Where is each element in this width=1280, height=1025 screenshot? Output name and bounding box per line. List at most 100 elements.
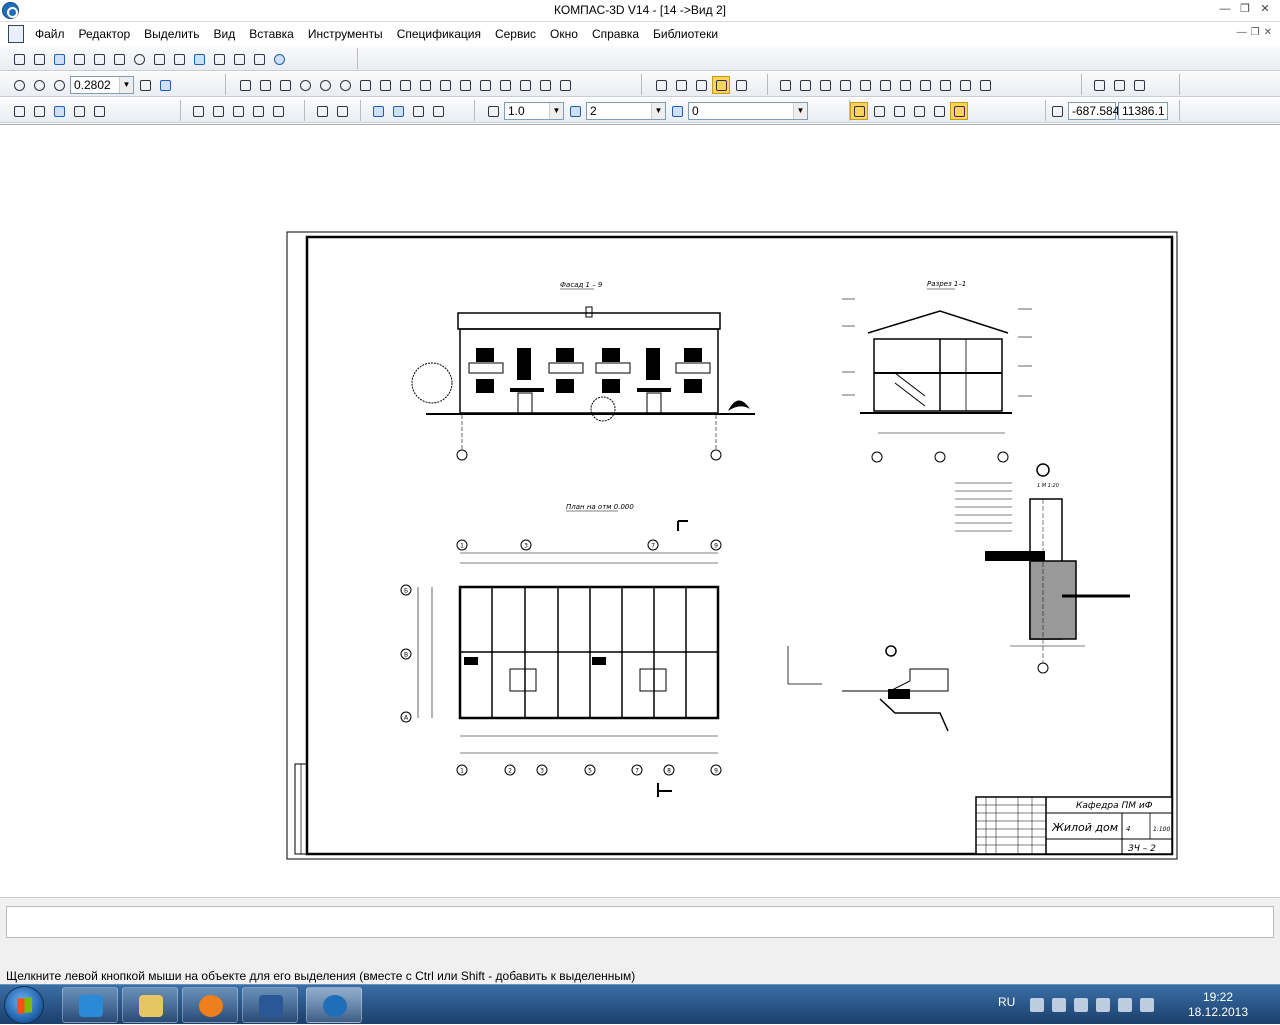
rectangle-icon[interactable] — [396, 76, 414, 94]
doc-close-icon[interactable]: ✕ — [1264, 27, 1272, 38]
trim-icon[interactable] — [896, 76, 914, 94]
cut-line-icon[interactable] — [110, 50, 128, 68]
library-manager-icon[interactable] — [369, 102, 387, 120]
tray-java-icon[interactable] — [1052, 998, 1066, 1012]
contour-icon[interactable] — [496, 76, 514, 94]
spline-icon[interactable] — [356, 76, 374, 94]
grid-step-icon[interactable] — [484, 102, 502, 120]
move-icon[interactable] — [776, 76, 794, 94]
chevron-down-icon[interactable]: ▼ — [793, 102, 807, 119]
help-cursor-icon[interactable] — [429, 102, 447, 120]
taskbar-media-player[interactable] — [182, 987, 238, 1023]
break-icon[interactable] — [936, 76, 954, 94]
menu-tools[interactable]: Инструменты — [308, 27, 383, 41]
restore-icon[interactable]: ❐ — [1238, 3, 1252, 17]
erase-icon[interactable] — [956, 76, 974, 94]
grid-dimension-icon[interactable] — [692, 76, 710, 94]
zoom-in-icon[interactable] — [50, 76, 68, 94]
tray-network-disk-icon[interactable] — [1074, 998, 1088, 1012]
layers-icon[interactable] — [190, 50, 208, 68]
associative-view-icon[interactable] — [30, 50, 48, 68]
menu-select[interactable]: Выделить — [144, 27, 199, 41]
mirror-icon[interactable] — [836, 76, 854, 94]
layer-state-icon[interactable] — [668, 102, 686, 120]
deform-icon[interactable] — [876, 76, 894, 94]
command-input-area[interactable] — [6, 906, 1274, 938]
minimize-icon[interactable]: — — [1218, 3, 1232, 17]
leader-icon[interactable] — [712, 75, 730, 94]
taskbar-explorer[interactable] — [122, 987, 178, 1023]
doc-minimize-icon[interactable]: — — [1237, 27, 1247, 38]
title-block[interactable]: Кафедра ПМ иФ Жилой дом 4 1:100 ЗЧ – 2 — [975, 796, 1173, 855]
measure-icon[interactable] — [1110, 76, 1128, 94]
close-icon[interactable]: ✕ — [1258, 3, 1272, 17]
show-all-icon[interactable] — [136, 76, 154, 94]
refresh-view-icon[interactable] — [156, 76, 174, 94]
bezier-icon[interactable] — [416, 76, 434, 94]
snap-magnet-icon[interactable] — [850, 101, 868, 120]
point-icon[interactable] — [236, 76, 254, 94]
drawing-canvas[interactable]: Фасад 1 – 9 Разрез 1–1 План на отм 0.000… — [0, 124, 1280, 896]
flag-icon[interactable] — [1096, 998, 1110, 1012]
network-icon[interactable] — [1118, 998, 1132, 1012]
preview-icon[interactable] — [90, 102, 108, 120]
view-icon[interactable] — [10, 50, 28, 68]
menu-specification[interactable]: Спецификация — [397, 27, 481, 41]
document-icon[interactable] — [8, 25, 24, 43]
format-painter-icon[interactable] — [249, 102, 267, 120]
zoom-dynamic-icon[interactable] — [30, 76, 48, 94]
view-state-icon[interactable] — [566, 102, 584, 120]
open-folder-icon[interactable] — [30, 102, 48, 120]
properties-icon[interactable] — [1130, 76, 1148, 94]
cut-icon[interactable] — [189, 102, 207, 120]
cursor-coords-icon[interactable] — [1048, 102, 1066, 120]
variables-icon[interactable] — [389, 102, 407, 120]
local-view-icon[interactable] — [130, 50, 148, 68]
zoom-combo[interactable]: 0.2802 ▼ — [70, 75, 134, 94]
chevron-down-icon[interactable]: ▼ — [119, 76, 133, 93]
scale-combo[interactable]: 1.0 ▼ — [504, 101, 564, 120]
menu-libraries[interactable]: Библиотеки — [653, 27, 718, 41]
coord-y-field[interactable]: 11386.1 — [1118, 101, 1168, 120]
chamfer-icon[interactable] — [456, 76, 474, 94]
text-icon[interactable] — [230, 50, 248, 68]
local-cs-icon[interactable] — [910, 102, 928, 120]
chevron-down-icon[interactable]: ▼ — [651, 102, 665, 119]
rebuild-icon[interactable] — [270, 50, 288, 68]
arrow-view-icon[interactable] — [90, 50, 108, 68]
clock[interactable]: 19:22 18.12.2013 — [1178, 990, 1258, 1020]
equidistant-icon[interactable] — [556, 76, 574, 94]
tray-app-icon[interactable] — [1030, 998, 1044, 1012]
angle-dimension-icon[interactable] — [732, 76, 750, 94]
extend-icon[interactable] — [916, 76, 934, 94]
coord-x-field[interactable]: -687.584 — [1068, 101, 1119, 120]
menu-edit[interactable]: Редактор — [79, 27, 131, 41]
menu-help[interactable]: Справка — [592, 27, 639, 41]
table-icon[interactable] — [250, 50, 268, 68]
circle-icon[interactable] — [296, 76, 314, 94]
explode-icon[interactable] — [976, 76, 994, 94]
arc-icon[interactable] — [316, 76, 334, 94]
paste-icon[interactable] — [229, 102, 247, 120]
ortho-icon[interactable] — [870, 102, 888, 120]
menu-service[interactable]: Сервис — [495, 27, 536, 41]
chevron-down-icon[interactable]: ▼ — [549, 102, 563, 119]
segment-icon[interactable] — [276, 76, 294, 94]
copy-icon[interactable] — [856, 76, 874, 94]
fill-icon[interactable] — [536, 76, 554, 94]
grid-icon[interactable] — [890, 102, 908, 120]
save-icon[interactable] — [50, 102, 68, 120]
ellipse-icon[interactable] — [336, 76, 354, 94]
polygon-icon[interactable] — [476, 76, 494, 94]
rotate-icon[interactable] — [796, 76, 814, 94]
redo-icon[interactable] — [333, 102, 351, 120]
function-icon[interactable] — [409, 102, 427, 120]
taskbar-kompas[interactable] — [306, 987, 362, 1023]
volume-icon[interactable] — [1140, 998, 1154, 1012]
language-indicator[interactable]: RU — [998, 995, 1015, 1009]
view-combo[interactable]: 2 ▼ — [586, 101, 666, 120]
zoom-window-icon[interactable] — [10, 76, 28, 94]
linear-dimension-icon[interactable] — [652, 76, 670, 94]
doc-restore-icon[interactable]: ❐ — [1251, 27, 1260, 38]
print-icon[interactable] — [70, 102, 88, 120]
